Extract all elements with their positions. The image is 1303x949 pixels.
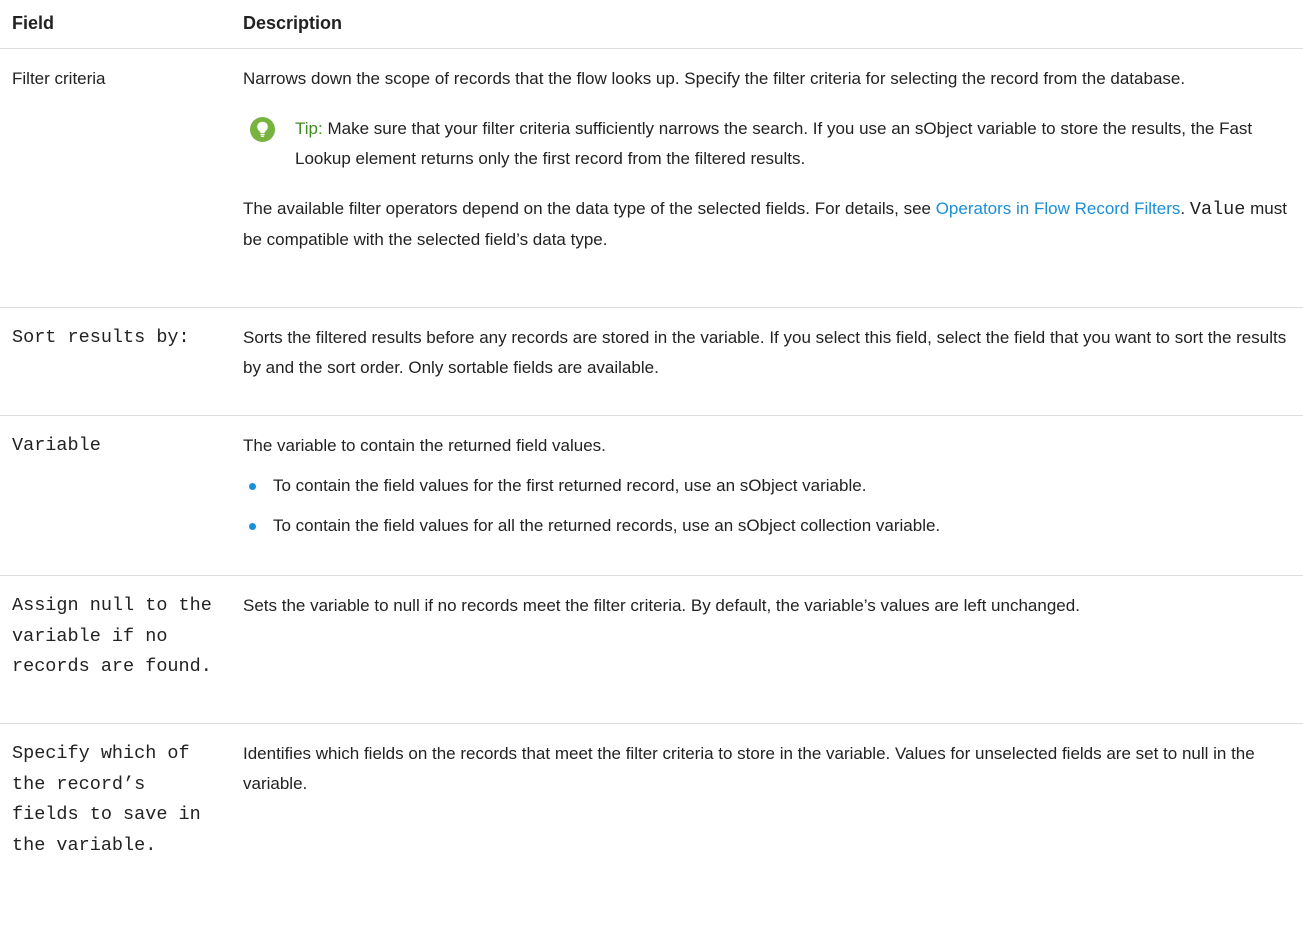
tip-text: Make sure that your filter criteria suff… bbox=[295, 119, 1253, 168]
value-code-term: Value bbox=[1189, 199, 1246, 220]
table-row-sort-results: Sort results by: Sorts the filtered resu… bbox=[0, 307, 1303, 416]
field-cell: Sort results by: bbox=[12, 327, 190, 348]
description-cell: Narrows down the scope of records that t… bbox=[243, 64, 1295, 255]
tip-label: Tip: bbox=[295, 119, 323, 138]
list-item: To contain the field values for the firs… bbox=[243, 471, 1295, 501]
description-cell: Sorts the filtered results before any re… bbox=[243, 328, 1287, 377]
field-cell: Filter criteria bbox=[12, 69, 106, 88]
description-text: The variable to contain the returned fie… bbox=[243, 436, 606, 455]
description-cell: The variable to contain the returned fie… bbox=[243, 431, 1295, 551]
header-description: Description bbox=[243, 13, 343, 33]
operators-note: The available filter operators depend on… bbox=[243, 194, 1295, 255]
table-row-assign-null: Assign null to the variable if no record… bbox=[0, 575, 1303, 724]
field-cell: Assign null to the variable if no record… bbox=[12, 595, 212, 677]
bullet-dot-icon bbox=[249, 483, 256, 490]
note-text: The available filter operators depend on… bbox=[243, 199, 936, 218]
note-period: . bbox=[1180, 199, 1186, 218]
list-item-text: To contain the field values for all the … bbox=[273, 516, 941, 535]
list-item: To contain the field values for all the … bbox=[243, 511, 1295, 541]
field-cell: Variable bbox=[12, 435, 101, 456]
lightbulb-icon bbox=[250, 117, 275, 142]
bullet-dot-icon bbox=[249, 523, 256, 530]
table-header: Field Description bbox=[0, 0, 1303, 49]
table-row-specify-fields: Specify which of the record’s fields to … bbox=[0, 723, 1303, 949]
description-cell: Identifies which fields on the records t… bbox=[243, 744, 1255, 793]
field-cell: Specify which of the record’s fields to … bbox=[12, 743, 201, 856]
description-cell: Sets the variable to null if no records … bbox=[243, 596, 1080, 615]
list-item-text: To contain the field values for the firs… bbox=[273, 476, 867, 495]
tip-callout: Tip: Make sure that your filter criteria… bbox=[243, 114, 1295, 174]
header-field: Field bbox=[12, 13, 55, 33]
table-row-filter-criteria: Filter criteria Narrows down the scope o… bbox=[0, 48, 1303, 308]
page: Field Description Filter criteria Narrow… bbox=[0, 0, 1303, 949]
bullet-list: To contain the field values for the firs… bbox=[243, 471, 1295, 541]
operators-link[interactable]: Operators in Flow Record Filters bbox=[936, 199, 1181, 218]
table-row-variable: Variable The variable to contain the ret… bbox=[0, 415, 1303, 576]
description-text: Narrows down the scope of records that t… bbox=[243, 69, 1186, 88]
